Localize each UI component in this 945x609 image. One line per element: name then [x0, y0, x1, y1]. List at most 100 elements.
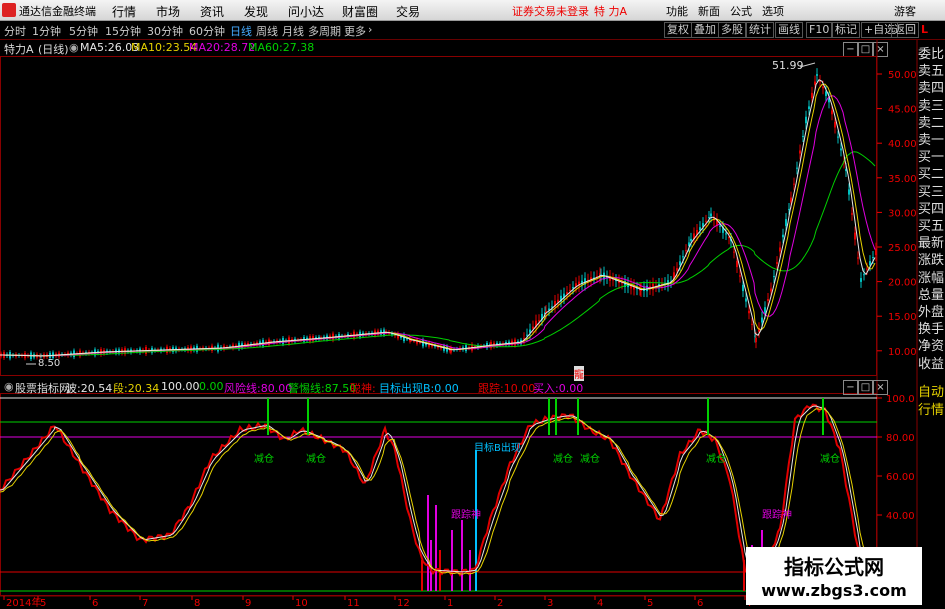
event-mark-icon[interactable]: 寵: [574, 366, 584, 381]
candle-body: [755, 337, 757, 343]
candle-body: [748, 310, 750, 314]
indicator-ceiling: 100.00: [161, 380, 200, 393]
sidebar-item-9[interactable]: 买四: [917, 201, 945, 218]
candle-body: [822, 86, 824, 89]
indicator-wave-slow-line: [0, 408, 876, 576]
candle-body: [834, 121, 836, 128]
date-tick-label: 5: [647, 598, 653, 609]
price-tick-label: 40.00: [888, 139, 917, 150]
candle-body: [526, 334, 528, 336]
date-tick-label: 7: [142, 598, 148, 609]
candle-body: [854, 232, 856, 240]
price-tick-label: 50.00: [888, 70, 917, 81]
sidebar-item-11[interactable]: 最新: [917, 235, 945, 252]
candle-body: [785, 219, 787, 226]
sidebar-item-2[interactable]: 卖四: [917, 80, 945, 97]
high-price-label: 51.99: [772, 59, 804, 72]
sidebar-item-17[interactable]: 净资: [917, 338, 945, 355]
candle-body: [690, 238, 692, 242]
sidebar-item-12[interactable]: 涨跌: [917, 252, 945, 269]
sidebar-item-8[interactable]: 买三: [917, 184, 945, 201]
follow-label-2: 跟踪神: [762, 510, 792, 521]
indicator-expand-icon[interactable]: □: [858, 380, 873, 395]
sidebar-item-14[interactable]: 总量: [917, 287, 945, 304]
indicator-congshen: 聪神:: [350, 382, 376, 395]
candle-body: [676, 268, 678, 271]
date-tick-label: 6: [697, 598, 703, 609]
candle-body: [860, 278, 862, 282]
price-tick-label: 35.00: [888, 174, 917, 185]
sidebar-item-10[interactable]: 买五: [917, 218, 945, 235]
ind-tick-label: 40.00: [886, 511, 915, 522]
indicator-name: 股票指标网: [15, 382, 70, 395]
indicator-buy: 买入:0.00: [533, 382, 584, 395]
price-tick-label: 20.00: [888, 278, 917, 289]
candle-body: [742, 284, 744, 292]
reduce-label-1: 减仓: [254, 454, 274, 465]
sidebar-item-18[interactable]: 收益: [917, 356, 945, 373]
sidebar-item-6[interactable]: 买一: [917, 149, 945, 166]
ind-tick-label: 80.00: [886, 433, 915, 444]
date-tick-label: 3: [547, 598, 553, 609]
date-tick-label: 8: [194, 598, 200, 609]
candle-body: [793, 183, 795, 185]
candle-body: [764, 307, 766, 313]
candle-body: [805, 116, 807, 124]
indicator-close-icon[interactable]: ×: [873, 380, 888, 395]
candle-body: [808, 106, 810, 110]
indicator-settings-icon[interactable]: ◉: [4, 380, 14, 393]
candle-body: [779, 247, 781, 252]
sidebar-item-3[interactable]: 卖三: [917, 98, 945, 115]
date-axis-ticks: 2014年567891011121234567: [3, 596, 753, 609]
target-b-label: 目标B出现: [474, 443, 521, 454]
date-tick-label: 2: [497, 598, 503, 609]
date-tick-label: 9: [245, 598, 251, 609]
date-tick-label: 11: [347, 598, 360, 609]
date-tick-label: 2014年: [6, 596, 41, 609]
candle-body: [767, 299, 769, 301]
ma5-line: [0, 79, 876, 357]
watermark-url: www.zbgs3.com: [761, 581, 907, 600]
indicator-wave-line: [0, 403, 876, 579]
sidebar-item-1[interactable]: 卖五: [917, 63, 945, 80]
candle-body: [569, 289, 571, 291]
candle-body: [796, 167, 798, 169]
sidebar-mode-1[interactable]: 行情: [917, 402, 945, 419]
indicator-alert: 警惕线:87.50: [288, 382, 357, 395]
candle-body: [705, 220, 707, 222]
candle-body: [857, 257, 859, 259]
ma20-line: [0, 95, 876, 357]
candle-body: [831, 110, 833, 115]
candle-body: [848, 189, 850, 195]
candle-body: [770, 288, 772, 292]
sidebar-item-15[interactable]: 外盘: [917, 304, 945, 321]
sidebar-item-7[interactable]: 买二: [917, 166, 945, 183]
candle-body: [872, 257, 874, 259]
follow-label-1: 跟踪神: [451, 510, 481, 521]
sidebar-item-16[interactable]: 换手: [917, 321, 945, 338]
watermark-title: 指标公式网: [784, 555, 884, 579]
candle-body: [538, 320, 540, 322]
candle-body: [719, 225, 721, 227]
indicator-segment: 段:20.34: [113, 382, 160, 395]
price-tick-label: 30.00: [888, 208, 917, 219]
sidebar-mode-0[interactable]: 自动: [917, 384, 945, 401]
sidebar-item-4[interactable]: 卖二: [917, 115, 945, 132]
sidebar-item-13[interactable]: 涨幅: [917, 270, 945, 287]
indicator-floor: 0.00: [199, 380, 224, 393]
candle-body: [725, 233, 727, 235]
candle-body: [811, 92, 813, 99]
indicator-minimize-icon[interactable]: −: [843, 380, 858, 395]
indicator-track: 跟踪:10.00: [478, 382, 536, 395]
date-tick-label: 10: [295, 598, 308, 609]
candlestick-series: [0, 68, 877, 362]
candle-body: [679, 261, 681, 265]
price-tick-label: 45.00: [888, 105, 917, 116]
sidebar-item-5[interactable]: 卖一: [917, 132, 945, 149]
indicator-risk: 风险线:80.00: [224, 382, 293, 395]
sidebar-item-0[interactable]: 委比: [917, 46, 945, 63]
reduce-label-3: 减仓: [553, 454, 573, 465]
reduce-label-2: 减仓: [306, 454, 326, 465]
candle-body: [751, 323, 753, 325]
reduce-label-4: 减仓: [580, 454, 600, 465]
